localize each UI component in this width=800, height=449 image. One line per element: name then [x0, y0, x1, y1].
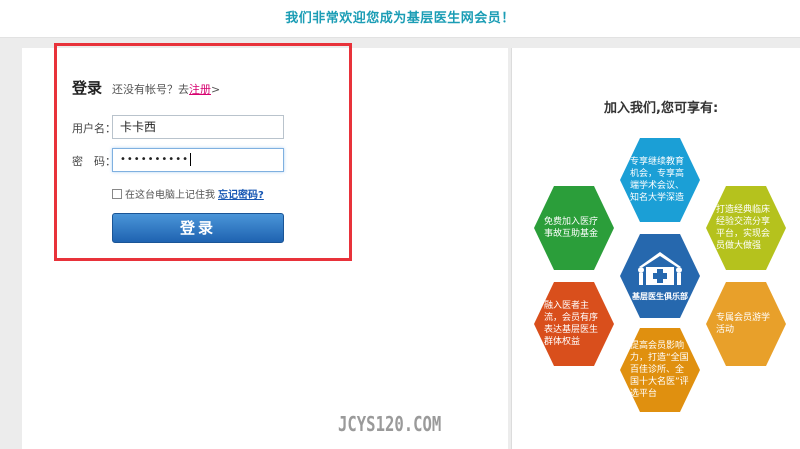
register-prompt: 还没有帐号？去注册>	[112, 81, 220, 97]
password-label: 密 码：	[72, 155, 116, 168]
register-arrow: >	[211, 83, 221, 96]
username-label: 用户名：	[72, 122, 116, 135]
register-link[interactable]: 注册	[189, 83, 211, 96]
club-center-hex: 基层医生俱乐部	[620, 234, 700, 318]
benefit-text: 免费加入医疗事故互助基金	[544, 217, 599, 239]
club-name: 基层医生俱乐部	[632, 292, 688, 301]
username-input[interactable]: 卡卡西	[112, 115, 284, 139]
remember-label: 在这台电脑上记住我	[125, 190, 215, 201]
password-input[interactable]: ••••••••••	[112, 148, 284, 172]
remember-checkbox[interactable]	[112, 188, 122, 199]
text-cursor	[189, 152, 191, 166]
benefit-text: 融入医者主流，会员有序表达基层医生群体权益	[544, 301, 599, 347]
login-title: 登录	[72, 79, 103, 97]
site-watermark: JCYS120.COM	[338, 412, 442, 436]
benefits-title: 加入我们,您可享有:	[604, 101, 719, 116]
login-button[interactable]: 登录	[112, 213, 284, 243]
benefit-hex-study-tour: 专属会员游学活动	[706, 282, 786, 366]
benefit-hex-influence: 提高会员影响力，打造“全国百佳诊所、全国十大名医”评选平台	[620, 328, 700, 412]
benefits-hexagon-graphic: 专享继续教育机会，专享高端学术会议、知名大学深造 打造经典临床经验交流分享平台，…	[520, 130, 800, 440]
benefit-hex-rights: 融入医者主流，会员有序表达基层医生群体权益	[534, 282, 614, 366]
benefit-text: 专享继续教育机会，专享高端学术会议、知名大学深造	[630, 157, 685, 203]
benefit-hex-education: 专享继续教育机会，专享高端学术会议、知名大学深造	[620, 138, 700, 222]
password-value: ••••••••••	[120, 154, 189, 165]
benefit-text: 专属会员游学活动	[716, 313, 771, 335]
remember-me: 在这台电脑上记住我 忘记密码?	[112, 186, 264, 201]
clinic-logo-icon	[638, 252, 682, 285]
benefit-text: 打造经典临床经验交流分享平台，实现会员做大做强	[716, 205, 771, 251]
username-value: 卡卡西	[120, 120, 157, 134]
benefit-hex-exchange: 打造经典临床经验交流分享平台，实现会员做大做强	[706, 186, 786, 270]
forgot-password-link[interactable]: 忘记密码?	[218, 186, 264, 201]
register-prompt-text: 还没有帐号？去	[112, 83, 189, 96]
top-bar: 我们非常欢迎您成为基层医生网会员！	[0, 0, 800, 38]
benefit-hex-mutual-fund: 免费加入医疗事故互助基金	[534, 186, 614, 270]
welcome-message: 我们非常欢迎您成为基层医生网会员！	[285, 11, 515, 26]
benefit-text: 提高会员影响力，打造“全国百佳诊所、全国十大名医”评选平台	[630, 341, 689, 399]
